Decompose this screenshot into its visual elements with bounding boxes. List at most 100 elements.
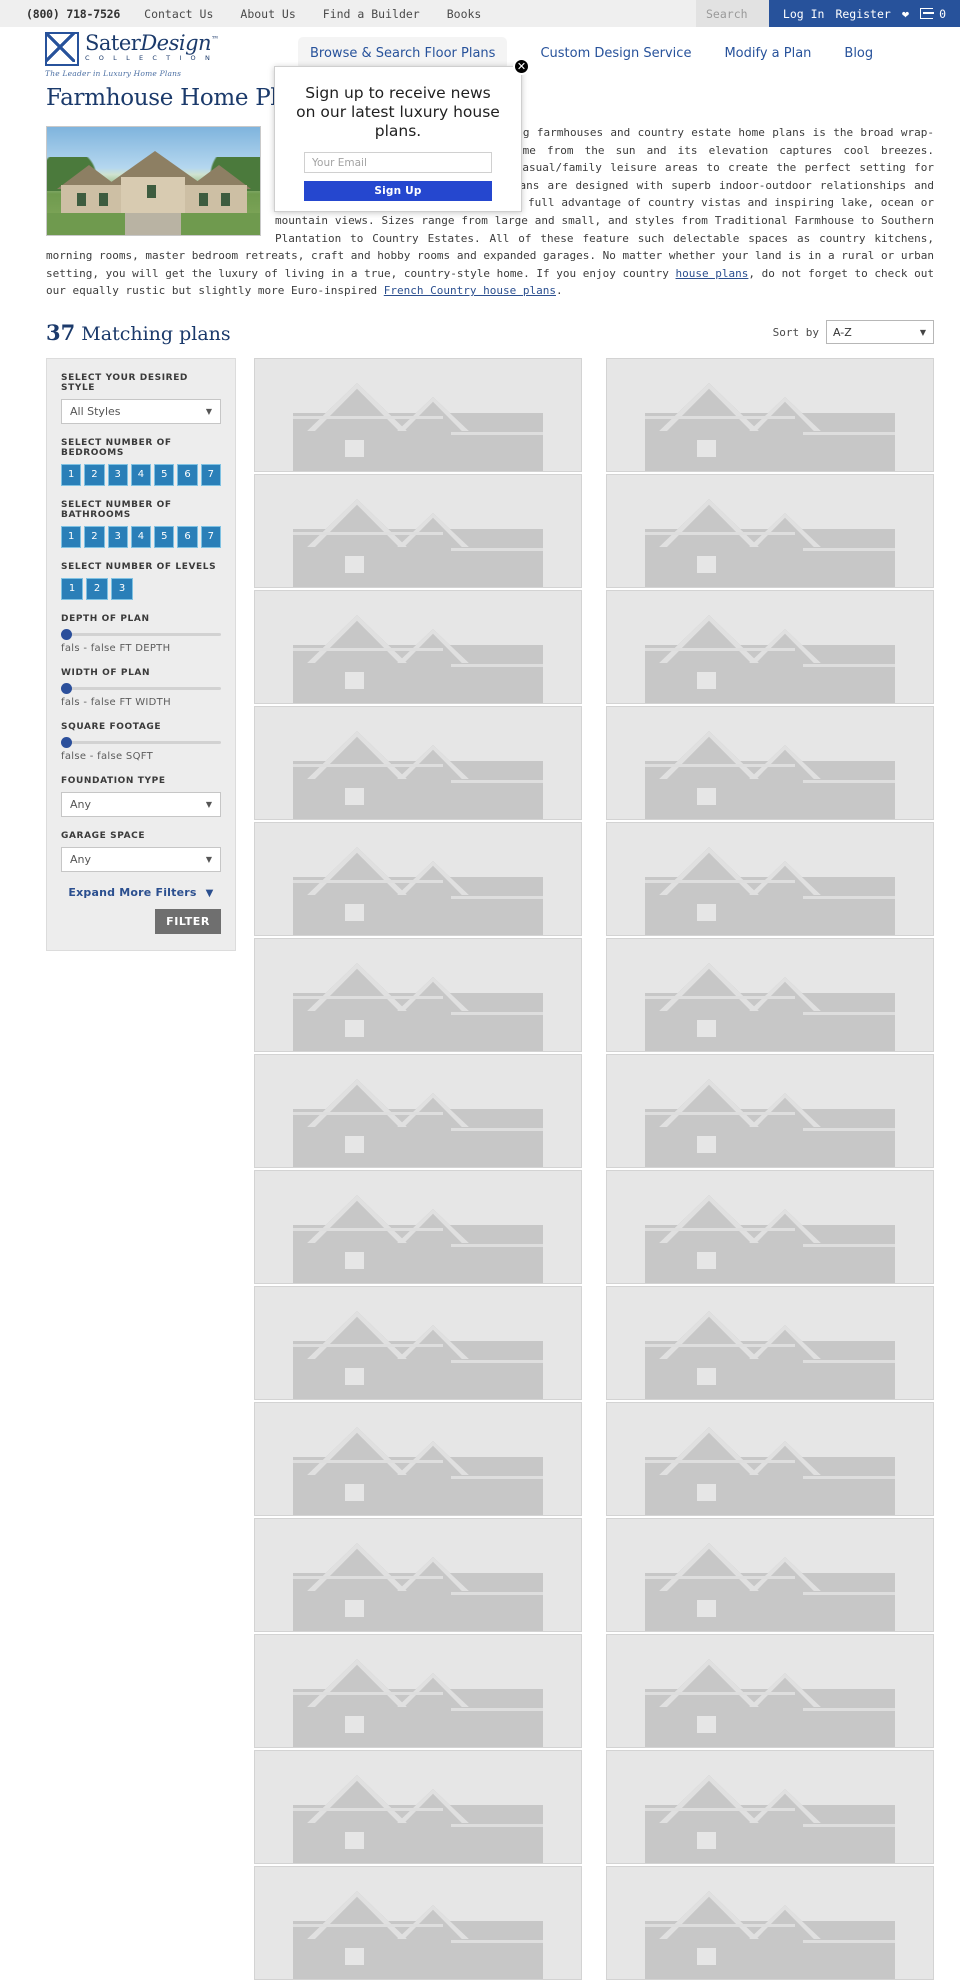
plan-card[interactable] — [254, 473, 582, 588]
bathrooms-option-5[interactable]: 5 — [154, 525, 175, 548]
plan-card[interactable] — [254, 1285, 582, 1400]
bathrooms-button-row: 1 2 3 4 5 6 7 — [61, 525, 221, 548]
style-select[interactable]: All Styles ▼ — [61, 398, 221, 424]
bedrooms-option-2[interactable]: 2 — [84, 463, 105, 486]
plan-card[interactable] — [254, 1169, 582, 1284]
newsletter-email-input[interactable] — [304, 152, 492, 173]
plan-card[interactable] — [254, 821, 582, 936]
plan-card[interactable] — [606, 1517, 934, 1632]
plan-card[interactable] — [606, 1749, 934, 1864]
bathrooms-option-4[interactable]: 4 — [130, 525, 152, 548]
plan-placeholder-icon — [293, 723, 543, 819]
plan-card[interactable] — [606, 1401, 934, 1516]
levels-option-1[interactable]: 1 — [61, 577, 83, 600]
bedrooms-option-1[interactable]: 1 — [61, 463, 82, 486]
logo-wordmark: SaterDesign™ — [85, 31, 219, 55]
plan-placeholder-icon — [645, 1303, 895, 1399]
utility-link-find-a-builder[interactable]: Find a Builder — [323, 7, 420, 21]
register-link[interactable]: Register — [835, 7, 890, 21]
bedrooms-option-7[interactable]: 7 — [200, 463, 221, 486]
nav-blog[interactable]: Blog — [844, 46, 873, 61]
filter-sqft-label: SQUARE FOOTAGE — [61, 721, 162, 732]
bedrooms-option-6[interactable]: 6 — [177, 463, 198, 486]
intro-link-french-country-house-plans[interactable]: French Country house plans — [384, 284, 556, 297]
garage-select[interactable]: Any ▼ — [61, 846, 221, 872]
plan-card[interactable] — [254, 705, 582, 820]
plan-placeholder-icon — [645, 375, 895, 471]
plan-card[interactable] — [254, 1633, 582, 1748]
plan-card[interactable] — [606, 1865, 934, 1980]
sqft-slider-handle[interactable] — [61, 736, 72, 748]
plan-card[interactable] — [606, 1633, 934, 1748]
sqft-range-text: false - false SQFT — [61, 750, 154, 762]
width-slider[interactable] — [61, 682, 221, 694]
bathrooms-option-7[interactable]: 7 — [200, 525, 221, 548]
levels-option-3[interactable]: 3 — [111, 577, 133, 600]
plan-card[interactable] — [254, 1517, 582, 1632]
apply-filter-button[interactable]: FILTER — [155, 908, 221, 934]
newsletter-signup-button[interactable]: Sign Up — [304, 181, 492, 201]
bathrooms-option-1[interactable]: 1 — [61, 525, 82, 548]
log-in-link[interactable]: Log In — [783, 7, 825, 21]
bedrooms-option-4[interactable]: 4 — [130, 463, 152, 486]
plan-card[interactable] — [254, 937, 582, 1052]
plan-card[interactable] — [606, 705, 934, 820]
utility-links: Contact Us About Us Find a Builder Books — [144, 7, 481, 21]
close-icon[interactable]: ✕ — [513, 58, 530, 75]
plan-placeholder-icon — [645, 1535, 895, 1631]
depth-slider[interactable] — [61, 628, 221, 640]
cart-icon[interactable] — [920, 8, 935, 19]
levels-option-2[interactable]: 2 — [86, 577, 108, 600]
filter-style-label: SELECT YOUR DESIRED STYLE — [61, 372, 189, 393]
page-root: (800) 718-7526 Contact Us About Us Find … — [0, 0, 960, 1980]
bedrooms-option-3[interactable]: 3 — [107, 463, 128, 486]
plan-card[interactable] — [606, 1169, 934, 1284]
utility-link-books[interactable]: Books — [447, 7, 482, 21]
sqft-slider[interactable] — [61, 736, 221, 748]
chevron-down-icon: ▼ — [205, 887, 214, 899]
bedrooms-option-5[interactable]: 5 — [154, 463, 175, 486]
plan-placeholder-icon — [293, 1187, 543, 1283]
plan-placeholder-icon — [645, 1187, 895, 1283]
nav-modify-a-plan[interactable]: Modify a Plan — [724, 46, 811, 61]
plan-card[interactable] — [606, 1053, 934, 1168]
plan-card[interactable] — [606, 821, 934, 936]
bathrooms-option-3[interactable]: 3 — [107, 525, 128, 548]
bathrooms-option-2[interactable]: 2 — [84, 525, 105, 548]
cart-group[interactable]: 0 — [920, 7, 946, 21]
plan-card[interactable] — [606, 473, 934, 588]
nav-browse-search-floor-plans[interactable]: Browse & Search Floor Plans — [298, 36, 508, 70]
phone-number: (800) 718-7526 — [26, 6, 121, 21]
favorites-heart-icon[interactable]: ❤ — [902, 8, 909, 20]
plan-card[interactable] — [606, 937, 934, 1052]
filter-bedrooms-label: SELECT NUMBER OF BEDROOMS — [61, 437, 172, 458]
plan-card[interactable] — [254, 589, 582, 704]
width-slider-handle[interactable] — [61, 682, 72, 694]
plan-placeholder-icon — [645, 955, 895, 1051]
filter-depth-label: DEPTH OF PLAN — [61, 613, 150, 624]
plan-placeholder-icon — [293, 1303, 543, 1399]
foundation-select[interactable]: Any ▼ — [61, 791, 221, 817]
plan-card[interactable] — [606, 357, 934, 472]
intro-link-house-plans[interactable]: house plans — [676, 267, 749, 280]
nav-custom-design-service[interactable]: Custom Design Service — [540, 46, 691, 61]
filter-depth-block: DEPTH OF PLAN fals - false FT DEPTH — [61, 614, 221, 654]
plan-card[interactable] — [254, 1401, 582, 1516]
plan-card[interactable] — [254, 357, 582, 472]
plan-placeholder-icon — [293, 375, 543, 471]
depth-slider-handle[interactable] — [61, 628, 72, 640]
filter-bathrooms-block: SELECT NUMBER OF BATHROOMS 1 2 3 4 5 6 7 — [61, 500, 221, 548]
plan-card[interactable] — [254, 1053, 582, 1168]
plan-card[interactable] — [254, 1749, 582, 1864]
plan-card[interactable] — [606, 589, 934, 704]
site-logo[interactable]: SaterDesign™ C O L L E C T I O N The Lea… — [45, 32, 225, 78]
plan-card[interactable] — [606, 1285, 934, 1400]
bathrooms-option-6[interactable]: 6 — [177, 525, 198, 548]
utility-link-about-us[interactable]: About Us — [240, 7, 295, 21]
plan-card[interactable] — [254, 1865, 582, 1980]
utility-link-contact-us[interactable]: Contact Us — [144, 7, 213, 21]
expand-more-filters-link[interactable]: Expand More Filters ▼ — [61, 886, 221, 899]
sort-by-select[interactable]: A-Z ▼ — [826, 320, 934, 345]
plan-placeholder-icon — [645, 723, 895, 819]
matching-plans-label: Matching plans — [81, 322, 231, 345]
